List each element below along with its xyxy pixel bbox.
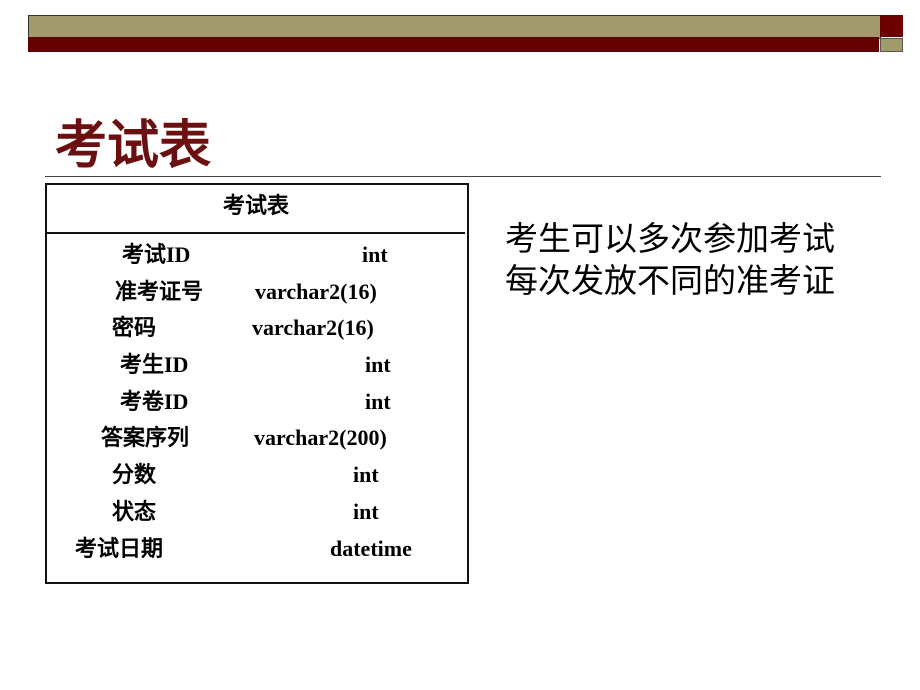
field-type: datetime: [330, 536, 412, 561]
field-name: 答案序列: [101, 425, 190, 450]
field-name: 准考证号: [115, 279, 204, 304]
note-line: 每次发放不同的准考证: [505, 261, 835, 300]
field-type: varchar2(200): [254, 425, 387, 450]
header-band-olive: [28, 15, 881, 39]
field-type: int: [365, 352, 391, 377]
field-name: 分数: [112, 462, 157, 487]
field-name: 状态: [112, 499, 157, 524]
corner-square-maroon: [880, 15, 903, 37]
field-name: 考生ID: [120, 352, 189, 377]
field-name: 考试日期: [75, 536, 164, 561]
field-name: 考试ID: [122, 242, 191, 267]
field-type: int: [353, 462, 379, 487]
field-type: int: [365, 389, 391, 414]
corner-square-olive: [880, 38, 903, 52]
field-name: 考卷ID: [120, 389, 189, 414]
header-band-maroon: [28, 37, 879, 52]
field-type: varchar2(16): [252, 315, 374, 340]
field-type: varchar2(16): [255, 279, 377, 304]
note-line: 考生可以多次参加考试: [505, 219, 835, 258]
field-type: int: [362, 242, 388, 267]
field-name: 密码: [112, 315, 157, 340]
title-divider: [45, 176, 881, 177]
schema-table-header: 考试表: [47, 185, 465, 234]
field-type: int: [353, 499, 379, 524]
schema-table: [45, 183, 469, 584]
slide-title: 考试表: [55, 116, 212, 176]
